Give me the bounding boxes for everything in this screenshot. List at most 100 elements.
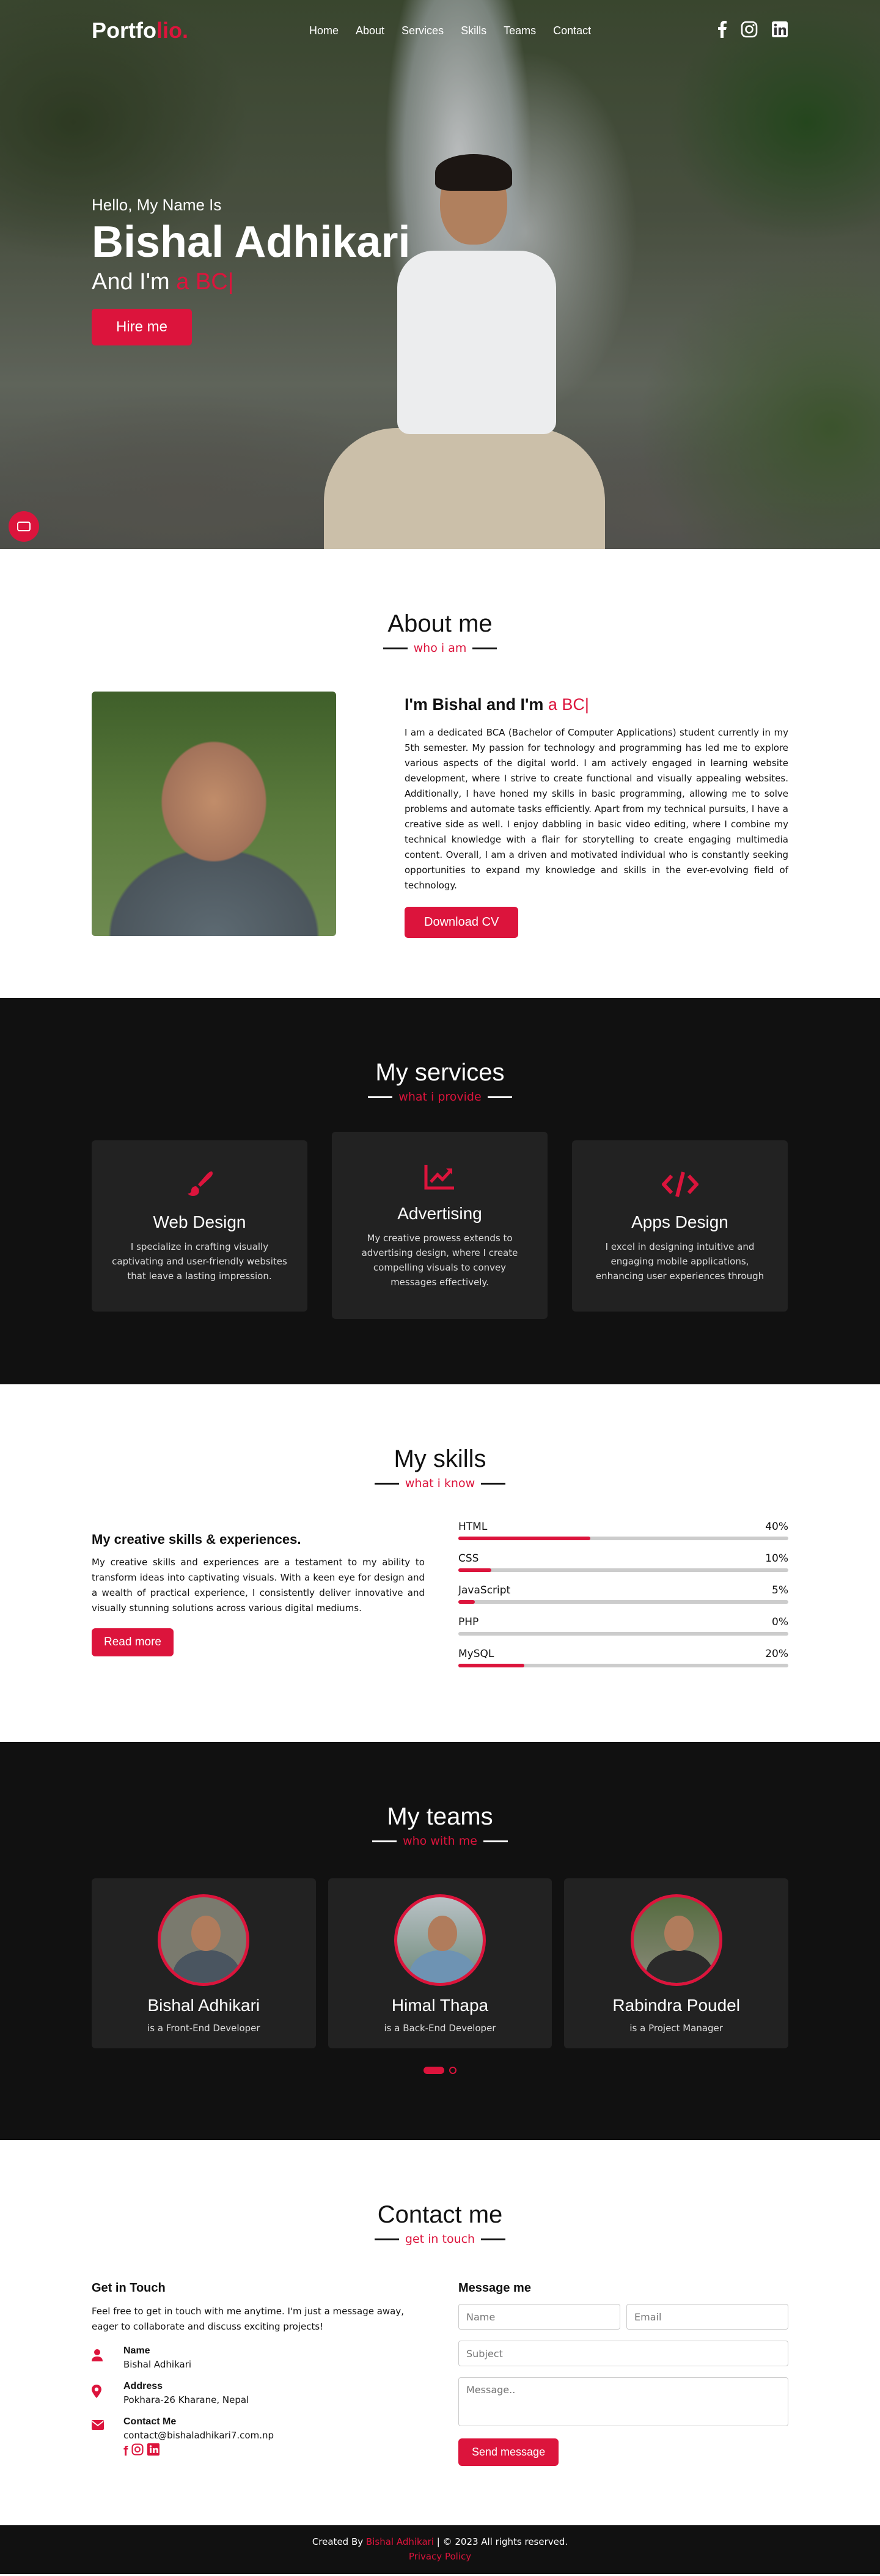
chart-line-icon <box>350 1161 529 1197</box>
name-input[interactable] <box>458 2304 620 2330</box>
instagram-icon[interactable] <box>741 21 758 40</box>
skill-percent: 40% <box>765 1521 788 1533</box>
message-textarea[interactable] <box>458 2377 788 2426</box>
team-member-name: Himal Thapa <box>391 1996 489 2015</box>
about-paragraph: I am a dedicated BCA (Bachelor of Comput… <box>405 727 788 891</box>
service-card-apps-design[interactable]: Apps Design I excel in designing intuiti… <box>572 1140 788 1312</box>
nav-link-contact[interactable]: Contact <box>553 24 591 37</box>
linkedin-icon[interactable] <box>771 21 788 40</box>
team-card[interactable]: Rabindra Poudel is a Project Manager <box>564 1878 789 2048</box>
user-icon <box>92 2349 104 2364</box>
contact-address-item: Address Pokhara-26 Kharane, Nepal <box>92 2381 425 2405</box>
hero-greeting: Hello, My Name Is <box>92 196 222 214</box>
skill-bar-html: HTML 40% <box>458 1521 788 1540</box>
nav-link-about[interactable]: About <box>356 24 384 37</box>
hero-role-prefix: And I'm <box>92 269 170 295</box>
service-card-web-design[interactable]: Web Design I specialize in crafting visu… <box>92 1140 307 1312</box>
contact-title: Contact me <box>377 2201 503 2228</box>
logo-accent: lio. <box>156 18 188 43</box>
team-member-name: Rabindra Poudel <box>612 1996 740 2015</box>
chat-icon <box>17 522 31 531</box>
nav-link-teams[interactable]: Teams <box>504 24 536 37</box>
service-text: I specialize in crafting visually captiv… <box>112 1241 287 1282</box>
code-icon <box>590 1170 769 1205</box>
nav-link-services[interactable]: Services <box>402 24 444 37</box>
read-more-button[interactable]: Read more <box>92 1628 174 1656</box>
about-heading-typed: a BC| <box>548 695 589 714</box>
contact-intro: Feel free to get in touch with me anytim… <box>92 2306 405 2332</box>
team-card[interactable]: Bishal Adhikari is a Front-End Developer <box>92 1878 316 2048</box>
privacy-policy-link[interactable]: Privacy Policy <box>0 2551 880 2562</box>
facebook-icon[interactable]: f <box>123 2443 128 2459</box>
footer-copyright: | © 2023 All rights reserved. <box>436 2536 568 2547</box>
contact-name-label: Name <box>123 2345 150 2356</box>
skill-fill <box>458 1537 590 1540</box>
contact-address-value: Pokhara-26 Kharane, Nepal <box>123 2394 249 2405</box>
skill-name: JavaScript <box>458 1584 511 1596</box>
skills-title: My skills <box>394 1445 486 1472</box>
map-marker-icon <box>92 2385 104 2401</box>
contact-email-item: Contact Me contact@bishaladhikari7.com.np <box>92 2416 425 2441</box>
contact-subtitle: get in touch <box>375 2232 505 2246</box>
contact-me-label: Contact Me <box>123 2416 177 2427</box>
carousel-dot-active[interactable] <box>424 2067 444 2074</box>
download-cv-button[interactable]: Download CV <box>405 907 519 938</box>
team-member-name: Bishal Adhikari <box>147 1996 260 2015</box>
service-card-advertising[interactable]: Advertising My creative prowess extends … <box>332 1132 548 1319</box>
about-heading-prefix: I'm Bishal and I'm <box>405 695 544 714</box>
send-message-button[interactable]: Send message <box>458 2438 559 2466</box>
nav-link-home[interactable]: Home <box>309 24 339 37</box>
avatar <box>394 1894 486 1986</box>
about-heading: I'm Bishal and I'm a BC| <box>405 695 788 714</box>
avatar <box>158 1894 250 1986</box>
logo[interactable]: Portfolio. <box>92 18 188 43</box>
skill-fill <box>458 1664 524 1667</box>
nav-menu: Home About Services Skills Teams Contact <box>309 24 591 37</box>
linkedin-icon[interactable] <box>147 2443 160 2459</box>
subject-input[interactable] <box>458 2341 788 2366</box>
instagram-icon[interactable] <box>131 2443 144 2459</box>
carousel-dot[interactable] <box>449 2067 457 2074</box>
email-input[interactable] <box>626 2304 788 2330</box>
team-member-role: is a Project Manager <box>629 2023 723 2034</box>
skill-name: MySQL <box>458 1648 494 1660</box>
carousel-dots <box>92 2067 788 2074</box>
message-me-heading: Message me <box>458 2281 531 2295</box>
footer-prefix: Created By <box>312 2536 364 2547</box>
team-card[interactable]: Himal Thapa is a Back-End Developer <box>328 1878 552 2048</box>
footer: Created By Bishal Adhikari | © 2023 All … <box>0 2525 880 2574</box>
service-text: I excel in designing intuitive and engag… <box>595 1241 765 1282</box>
contact-social: f <box>123 2443 425 2459</box>
facebook-icon[interactable] <box>717 21 727 40</box>
skill-name: PHP <box>458 1616 479 1628</box>
contact-name-item: Name Bishal Adhikari <box>92 2345 425 2370</box>
footer-author-link[interactable]: Bishal Adhikari <box>366 2536 434 2547</box>
hero-section: Hello, My Name Is Bishal Adhikari And I'… <box>0 0 880 549</box>
skill-bar-mysql: MySQL 20% <box>458 1648 788 1667</box>
contact-section: Contact me get in touch Get in Touch Fee… <box>0 2140 880 2525</box>
service-title: Apps Design <box>631 1212 728 1231</box>
teams-title: My teams <box>387 1803 493 1830</box>
services-section: My services what i provide Web Design I … <box>0 998 880 1384</box>
nav-link-skills[interactable]: Skills <box>461 24 486 37</box>
contact-name-value: Bishal Adhikari <box>123 2359 192 2370</box>
contact-email-value[interactable]: contact@bishaladhikari7.com.np <box>123 2430 274 2441</box>
skill-name: HTML <box>458 1521 488 1533</box>
skill-name: CSS <box>458 1552 479 1565</box>
team-member-role: is a Front-End Developer <box>147 2023 260 2034</box>
skill-percent: 20% <box>765 1648 788 1660</box>
teams-section: My teams who with me Bishal Adhikari is … <box>0 1742 880 2140</box>
get-in-touch-heading: Get in Touch <box>92 2281 166 2295</box>
avatar <box>630 1894 722 1986</box>
skill-percent: 5% <box>772 1584 788 1596</box>
skill-fill <box>458 1600 475 1604</box>
chat-button[interactable] <box>9 511 39 542</box>
contact-address-label: Address <box>123 2381 163 2391</box>
service-title: Advertising <box>397 1204 482 1223</box>
team-member-role: is a Back-End Developer <box>384 2023 496 2034</box>
skill-bars: HTML 40% CSS 10% JavaScript 5% PHP 0% MySQL 2… <box>458 1521 788 1680</box>
paint-brush-icon <box>110 1170 289 1205</box>
hero-name: Bishal Adhikari <box>92 218 411 267</box>
hire-me-button[interactable]: Hire me <box>92 309 193 346</box>
service-title: Web Design <box>153 1212 246 1231</box>
